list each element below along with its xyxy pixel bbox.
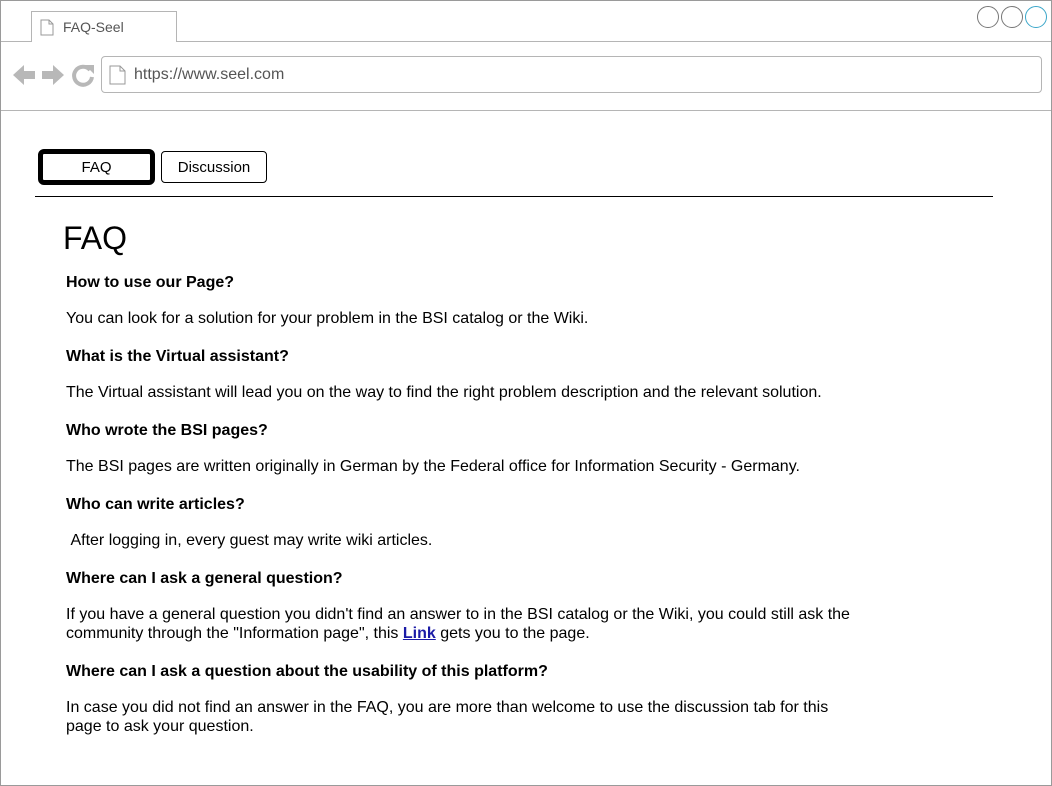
faq-answer: You can look for a solution for your pro…: [66, 310, 589, 327]
faq-question: Where can I ask a general question?: [66, 570, 343, 587]
faq-answer: The Virtual assistant will lead you on t…: [66, 384, 822, 401]
faq-item: How to use our Page? You can look for a …: [66, 273, 866, 328]
reload-icon[interactable]: [70, 62, 96, 88]
faq-question: Who wrote the BSI pages?: [66, 422, 268, 439]
forward-arrow-icon[interactable]: [40, 62, 66, 88]
tab-strip: FAQ-Seel: [1, 1, 1051, 43]
faq-question: What is the Virtual assistant?: [66, 348, 289, 365]
faq-answer: If you have a general question you didn'…: [66, 605, 866, 643]
page-icon: [109, 65, 126, 85]
window-circle-icon[interactable]: [1001, 6, 1023, 28]
information-page-link[interactable]: Link: [403, 625, 436, 642]
window-controls: [977, 6, 1047, 28]
back-arrow-icon[interactable]: [11, 62, 37, 88]
faq-question: How to use our Page?: [66, 274, 235, 291]
page-title: FAQ: [63, 220, 128, 256]
faq-answer: After logging in, every guest may write …: [66, 532, 433, 549]
faq-answer: In case you did not find an answer in th…: [66, 699, 829, 735]
faq-item: Where can I ask a general question? If y…: [66, 569, 866, 643]
browser-tab[interactable]: FAQ-Seel: [31, 11, 177, 43]
faq-list: How to use our Page? You can look for a …: [66, 273, 866, 755]
window-circle-icon[interactable]: [1025, 6, 1047, 28]
tab-faq[interactable]: FAQ: [38, 149, 155, 185]
faq-answer: The BSI pages are written originally in …: [66, 458, 800, 475]
divider: [35, 196, 993, 197]
faq-item: Where can I ask a question about the usa…: [66, 662, 866, 736]
faq-item: What is the Virtual assistant? The Virtu…: [66, 347, 866, 402]
faq-item: Who can write articles? After logging in…: [66, 495, 866, 550]
faq-question: Where can I ask a question about the usa…: [66, 663, 548, 680]
address-bar[interactable]: https://www.seel.com: [101, 56, 1042, 93]
browser-window: FAQ-Seel https://www.seel.com FAQ Discus…: [0, 0, 1052, 786]
tab-title: FAQ-Seel: [63, 19, 124, 35]
faq-question: Who can write articles?: [66, 496, 245, 513]
faq-item: Who wrote the BSI pages? The BSI pages a…: [66, 421, 866, 476]
url-text[interactable]: https://www.seel.com: [134, 66, 284, 84]
faq-answer-text: gets you to the page.: [435, 625, 590, 642]
tab-discussion[interactable]: Discussion: [161, 151, 267, 183]
page-icon: [40, 19, 54, 36]
window-circle-icon[interactable]: [977, 6, 999, 28]
navigation-bar: https://www.seel.com: [1, 42, 1051, 111]
